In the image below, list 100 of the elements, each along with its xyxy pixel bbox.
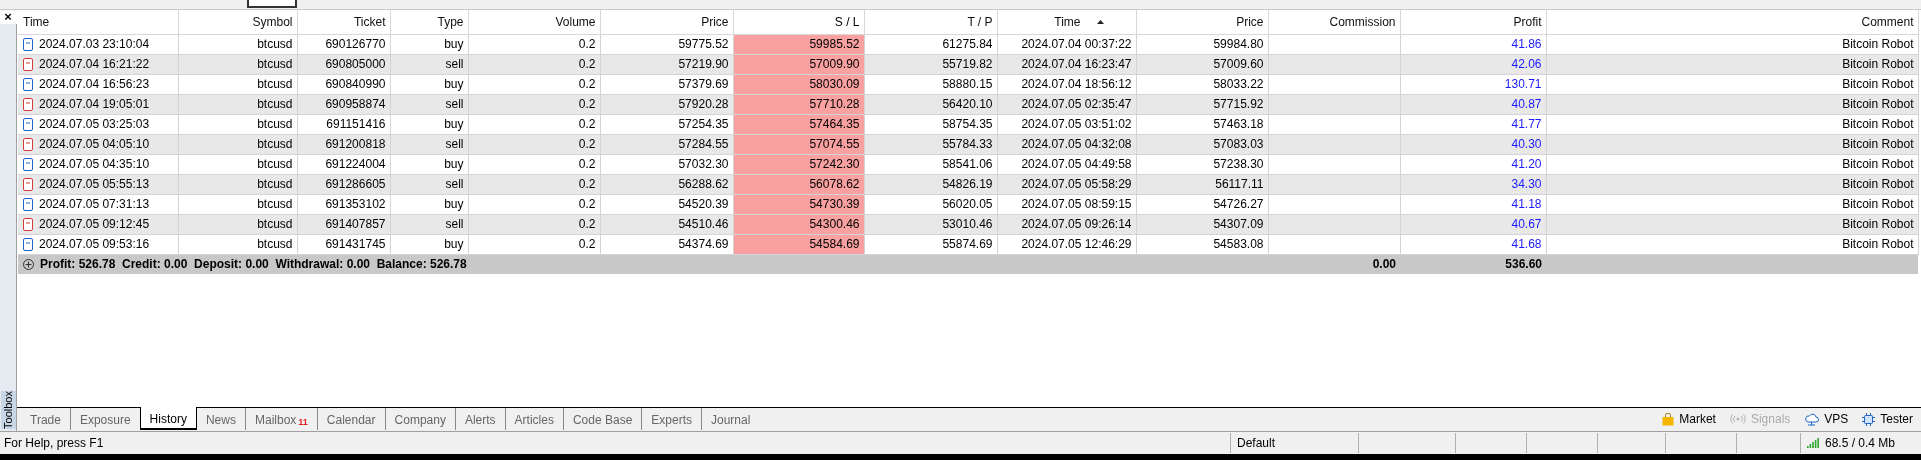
- table-cell: 691286605: [297, 174, 390, 194]
- table-cell-text: 2024.07.05 04:35:10: [39, 156, 150, 173]
- table-cell: 2024.07.05 09:26:14: [997, 214, 1136, 234]
- table-cell: 0.2: [468, 234, 600, 254]
- unread-count-label: 11: [298, 416, 308, 429]
- column-header[interactable]: Price: [1236, 12, 1264, 31]
- tab[interactable]: Trade: [21, 408, 70, 430]
- table-cell: sell: [390, 54, 468, 74]
- table-cell: 691353102: [297, 194, 390, 214]
- tab[interactable]: Alerts: [455, 408, 505, 430]
- table-cell: 0.2: [468, 74, 600, 94]
- tab[interactable]: Code Base: [563, 408, 642, 430]
- table-cell: 55874.69: [864, 234, 997, 254]
- table-cell: 2024.07.05 03:51:02: [997, 114, 1136, 134]
- table-cell: sell: [390, 134, 468, 154]
- toolbox-label[interactable]: Toolbox: [0, 391, 16, 429]
- tab[interactable]: News: [196, 408, 245, 430]
- broadcast-icon: [1729, 414, 1746, 424]
- tab[interactable]: Calendar: [317, 408, 385, 430]
- table-cell: 57379.69: [600, 74, 733, 94]
- table-cell: 34.30: [1400, 174, 1546, 194]
- column-header[interactable]: S / L: [834, 12, 860, 31]
- table-cell: 0.2: [468, 134, 600, 154]
- table-cell: Bitcoin Robot: [1546, 154, 1918, 174]
- table-cell-text: 2024.07.04 16:56:23: [39, 76, 150, 93]
- table-cell: Bitcoin Robot: [1546, 54, 1918, 74]
- table-cell: 56020.05: [864, 194, 997, 214]
- tab[interactable]: History: [139, 407, 197, 430]
- table-cell: 2024.07.05 08:59:15: [997, 194, 1136, 214]
- column-header[interactable]: Time: [23, 12, 50, 31]
- profile-name: Default: [1230, 433, 1358, 453]
- table-cell: 2024.07.04 00:37:22: [997, 34, 1136, 54]
- table-cell-text: 2024.07.05 04:05:10: [39, 136, 150, 153]
- summary-text: Profit: 526.78 Credit: 0.00 Deposit: 0.00 Withdrawal: 0.00 Balance: 526.78: [40, 256, 467, 274]
- column-header[interactable]: Commission: [1329, 12, 1396, 31]
- tab[interactable]: Articles: [505, 408, 563, 430]
- column-header[interactable]: Comment: [1861, 12, 1914, 31]
- table-cell: 42.06: [1400, 54, 1546, 74]
- table-cell-text: 2024.07.05 07:31:13: [39, 196, 150, 213]
- expand-icon[interactable]: [23, 258, 34, 270]
- table-cell: 41.18: [1400, 194, 1546, 214]
- tab[interactable]: Experts: [642, 408, 701, 430]
- table-cell: 0.2: [468, 214, 600, 234]
- column-header[interactable]: T / P: [967, 12, 993, 31]
- table-cell: 691431745: [297, 234, 390, 254]
- table-cell: 40.30: [1400, 134, 1546, 154]
- column-header[interactable]: Time: [1054, 12, 1132, 31]
- table-cell: Bitcoin Robot: [1546, 94, 1918, 114]
- table-cell: buy: [390, 34, 468, 54]
- table-cell: 130.71: [1400, 74, 1546, 94]
- table-cell: btcusd: [178, 54, 297, 74]
- connection-status: 68.5 / 0.4 Mb: [1825, 435, 1896, 452]
- table-cell: btcusd: [178, 154, 297, 174]
- table-cell: buy: [390, 114, 468, 134]
- table-cell: buy: [390, 154, 468, 174]
- tab[interactable]: Company: [385, 408, 455, 430]
- table-cell: 41.86: [1400, 34, 1546, 54]
- table-cell: 691407857: [297, 214, 390, 234]
- table-cell: 0.00: [1268, 254, 1400, 274]
- table-cell: btcusd: [178, 94, 297, 114]
- table-cell: 56117.11: [1136, 174, 1268, 194]
- tab[interactable]: [247, 0, 297, 8]
- tab[interactable]: Mailbox 11: [245, 408, 317, 430]
- column-header[interactable]: Price: [701, 12, 729, 31]
- table-cell-text: 2024.07.05 05:55:13: [39, 176, 150, 193]
- close-button[interactable]: ×: [0, 10, 17, 24]
- column-header[interactable]: Volume: [555, 12, 596, 31]
- table-cell: buy: [390, 74, 468, 94]
- table-cell: 57920.28: [600, 94, 733, 114]
- table-cell: 2024.07.04 16:23:47: [997, 54, 1136, 74]
- table-cell: buy: [390, 194, 468, 214]
- tab[interactable]: Journal: [702, 408, 760, 430]
- table-cell: 690805000: [297, 54, 390, 74]
- table-cell: 57254.35: [600, 114, 733, 134]
- table-cell: Bitcoin Robot: [1546, 114, 1918, 134]
- table-cell: Bitcoin Robot: [1546, 234, 1918, 254]
- table-cell: 58880.15: [864, 74, 997, 94]
- table-cell: 59775.52: [600, 34, 733, 54]
- toolbar-button[interactable]: Market: [1662, 410, 1716, 428]
- table-cell: 690126770: [297, 34, 390, 54]
- toolbar-button[interactable]: VPS: [1804, 410, 1849, 428]
- table-cell: 0.2: [468, 194, 600, 214]
- table-cell: 54826.19: [864, 174, 997, 194]
- table-cell: 59984.80: [1136, 34, 1268, 54]
- table-cell: btcusd: [178, 34, 297, 54]
- column-header[interactable]: Symbol: [252, 12, 293, 31]
- table-cell: 691224004: [297, 154, 390, 174]
- table-cell: btcusd: [178, 214, 297, 234]
- table-cell: sell: [390, 174, 468, 194]
- table-cell: 40.67: [1400, 214, 1546, 234]
- table-cell: 41.77: [1400, 114, 1546, 134]
- toolbar-button[interactable]: Tester: [1862, 410, 1913, 428]
- table-cell-text: 2024.07.03 23:10:04: [39, 36, 150, 53]
- table-cell: btcusd: [178, 74, 297, 94]
- column-header[interactable]: Type: [437, 12, 464, 31]
- table-cell-text: 2024.07.05 09:53:16: [39, 236, 150, 253]
- column-header[interactable]: Ticket: [353, 12, 386, 31]
- table-cell: Bitcoin Robot: [1546, 214, 1918, 234]
- tab[interactable]: Exposure: [70, 408, 140, 430]
- column-header[interactable]: Profit: [1513, 12, 1542, 31]
